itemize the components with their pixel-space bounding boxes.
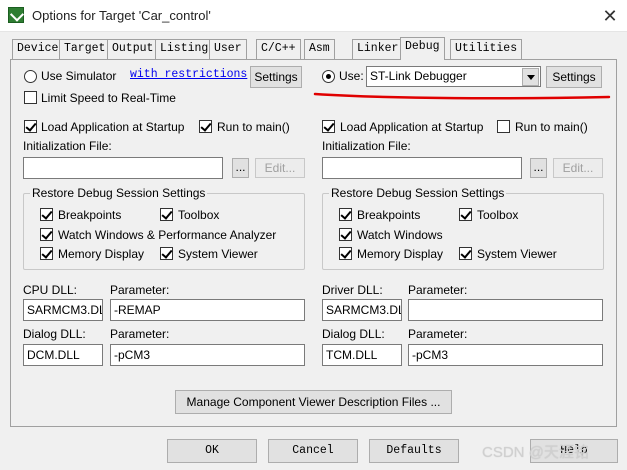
right-toolbox-label: Toolbox — [477, 208, 519, 222]
close-icon[interactable]: ✕ — [600, 6, 620, 26]
with-restrictions-link[interactable]: with restrictions — [130, 68, 247, 81]
manage-component-viewer-button[interactable]: Manage Component Viewer Description File… — [175, 390, 452, 414]
right-param1-label: Parameter: — [408, 283, 468, 297]
left-toolbox-label: Toolbox — [178, 208, 220, 222]
left-param2-input[interactable]: -pCM3 — [110, 344, 305, 366]
right-init-file-input[interactable] — [322, 157, 522, 179]
right-load-app-checkbox[interactable] — [322, 120, 335, 133]
right-watch-label: Watch Windows — [357, 228, 443, 242]
right-browse-button[interactable]: ... — [530, 158, 547, 178]
left-breakpoints-label: Breakpoints — [58, 208, 122, 222]
left-memory-checkbox[interactable] — [40, 247, 53, 260]
right-param1-input[interactable] — [408, 299, 603, 321]
watermark: CSDN @天涯铭 — [482, 444, 589, 461]
right-dll1-label: Driver DLL: — [322, 283, 383, 297]
left-param2-label: Parameter: — [110, 327, 170, 341]
debugger-select[interactable]: ST-Link Debugger — [366, 66, 541, 87]
limit-speed-label: Limit Speed to Real-Time — [41, 91, 176, 105]
right-dll2-input[interactable]: TCM.DLL — [322, 344, 402, 366]
left-toolbox-checkbox[interactable] — [160, 208, 173, 221]
left-system-viewer-checkbox[interactable] — [160, 247, 173, 260]
left-dll2-input[interactable]: DCM.DLL — [23, 344, 103, 366]
right-init-file-label: Initialization File: — [322, 139, 411, 153]
right-dll1-input[interactable]: SARMCM3.DLL — [322, 299, 402, 321]
left-edit-button[interactable]: Edit... — [255, 158, 305, 178]
right-restore-title: Restore Debug Session Settings — [329, 186, 507, 200]
use-simulator-label: Use Simulator — [41, 69, 117, 83]
left-watch-label: Watch Windows & Performance Analyzer — [58, 228, 277, 242]
left-watch-checkbox[interactable] — [40, 228, 53, 241]
left-dll1-input[interactable]: SARMCM3.DLL — [23, 299, 103, 321]
right-run-to-main-label: Run to main() — [515, 120, 588, 134]
right-memory-checkbox[interactable] — [339, 247, 352, 260]
left-breakpoints-checkbox[interactable] — [40, 208, 53, 221]
tab-c-cpp[interactable]: C/C++ — [256, 39, 301, 59]
right-param2-input[interactable]: -pCM3 — [408, 344, 603, 366]
chevron-down-icon[interactable] — [522, 68, 539, 86]
limit-speed-checkbox[interactable] — [24, 91, 37, 104]
tab-listing[interactable]: Listing — [155, 39, 214, 59]
left-param1-label: Parameter: — [110, 283, 170, 297]
left-load-app-label: Load Application at Startup — [41, 120, 185, 134]
right-watch-checkbox[interactable] — [339, 228, 352, 241]
left-run-to-main-label: Run to main() — [217, 120, 290, 134]
right-system-viewer-label: System Viewer — [477, 247, 557, 261]
left-run-to-main-checkbox[interactable] — [199, 120, 212, 133]
left-init-file-input[interactable] — [23, 157, 223, 179]
defaults-button[interactable]: Defaults — [369, 439, 459, 463]
right-edit-button[interactable]: Edit... — [553, 158, 603, 178]
left-load-app-checkbox[interactable] — [24, 120, 37, 133]
tab-device[interactable]: Device — [12, 39, 64, 59]
right-breakpoints-checkbox[interactable] — [339, 208, 352, 221]
right-load-app-label: Load Application at Startup — [340, 120, 484, 134]
left-init-file-label: Initialization File: — [23, 139, 112, 153]
left-param1-input[interactable]: -REMAP — [110, 299, 305, 321]
right-dll2-label: Dialog DLL: — [322, 327, 385, 341]
red-underline-annotation — [313, 92, 611, 100]
left-system-viewer-label: System Viewer — [178, 247, 258, 261]
tab-output[interactable]: Output — [107, 39, 159, 59]
debugger-settings-button[interactable]: Settings — [546, 66, 602, 88]
left-restore-title: Restore Debug Session Settings — [30, 186, 208, 200]
left-memory-label: Memory Display — [58, 247, 145, 261]
left-dll2-label: Dialog DLL: — [23, 327, 86, 341]
simulator-settings-button[interactable]: Settings — [250, 66, 302, 88]
right-toolbox-checkbox[interactable] — [459, 208, 472, 221]
use-debugger-radio[interactable] — [322, 70, 335, 83]
right-system-viewer-checkbox[interactable] — [459, 247, 472, 260]
title-bar: Options for Target 'Car_control' ✕ — [0, 0, 627, 32]
use-simulator-radio[interactable] — [24, 70, 37, 83]
right-breakpoints-label: Breakpoints — [357, 208, 421, 222]
tab-target[interactable]: Target — [59, 39, 111, 59]
app-icon — [8, 7, 24, 23]
right-memory-label: Memory Display — [357, 247, 444, 261]
tab-asm[interactable]: Asm — [304, 39, 335, 59]
right-param2-label: Parameter: — [408, 327, 468, 341]
tab-utilities[interactable]: Utilities — [450, 39, 523, 59]
ok-button[interactable]: OK — [167, 439, 257, 463]
right-run-to-main-checkbox[interactable] — [497, 120, 510, 133]
tab-linker[interactable]: Linker — [352, 39, 404, 59]
tab-user[interactable]: User — [209, 39, 247, 59]
use-label: Use: — [339, 69, 364, 83]
left-browse-button[interactable]: ... — [232, 158, 249, 178]
cancel-button[interactable]: Cancel — [268, 439, 358, 463]
window-title: Options for Target 'Car_control' — [32, 8, 211, 23]
left-dll1-label: CPU DLL: — [23, 283, 78, 297]
tab-debug[interactable]: Debug — [400, 37, 445, 60]
